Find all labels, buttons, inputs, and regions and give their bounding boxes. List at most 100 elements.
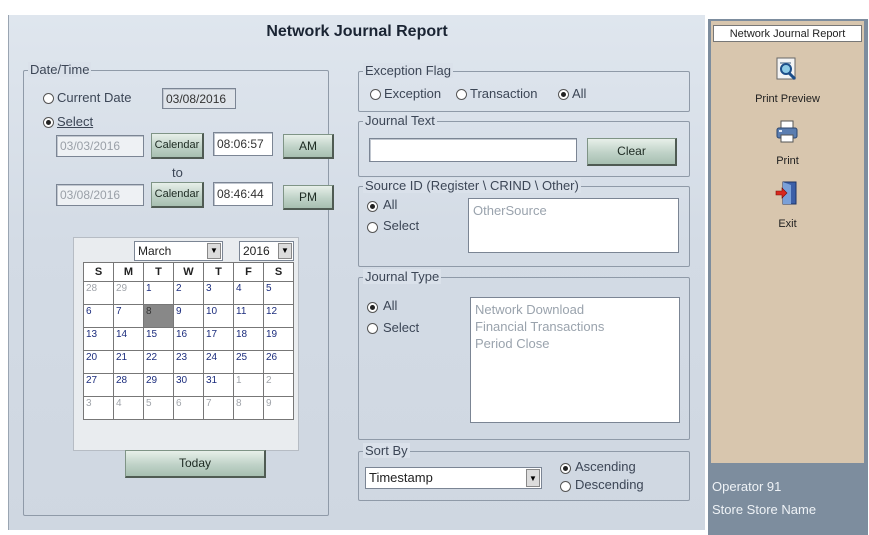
print-preview-label[interactable]: Print Preview [711,93,864,105]
source-select-radio[interactable] [367,222,378,233]
transaction-label: Transaction [470,86,538,101]
to-time-field[interactable]: 08:46:44 [213,182,273,206]
calendar-day[interactable]: 25 [233,350,264,374]
today-button[interactable]: Today [125,450,266,478]
exception-flag-legend: Exception Flag [363,63,453,78]
current-date-radio[interactable] [43,93,54,104]
calendar-day[interactable]: 28 [113,373,144,397]
calendar-day[interactable]: 8 [233,396,264,420]
calendar-day[interactable]: 31 [203,373,234,397]
calendar-day[interactable]: 6 [173,396,204,420]
calendar-day[interactable]: 7 [203,396,234,420]
calendar-day[interactable]: 20 [83,350,114,374]
weekday-header: F [233,262,264,282]
year-select-value: 2016 [243,244,270,258]
source-id-legend: Source ID (Register \ CRIND \ Other) [363,178,581,193]
print-preview-icon[interactable] [775,57,799,81]
calendar-day[interactable]: 18 [233,327,264,351]
calendar-day[interactable]: 3 [203,281,234,305]
calendar-day[interactable]: 10 [203,304,234,328]
sort-by-value: Timestamp [369,470,433,485]
exit-label[interactable]: Exit [711,218,864,230]
calendar-day[interactable]: 2 [173,281,204,305]
calendar-day[interactable]: 19 [263,327,294,351]
list-item[interactable]: Period Close [475,335,675,352]
calendar-day[interactable]: 5 [263,281,294,305]
descending-radio[interactable] [560,481,571,492]
sort-by-select[interactable]: Timestamp ▼ [365,467,542,489]
clear-button[interactable]: Clear [587,138,677,166]
current-date-field: 03/08/2016 [162,88,236,109]
chevron-down-icon[interactable]: ▼ [526,469,540,487]
calendar-day[interactable]: 7 [113,304,144,328]
journal-type-all-radio[interactable] [367,302,378,313]
calendar-day[interactable]: 28 [83,281,114,305]
list-item[interactable]: Financial Transactions [475,318,675,335]
calendar-day[interactable]: 13 [83,327,114,351]
printer-icon[interactable] [775,120,799,144]
weekday-header-row: S M T W T F S [83,262,294,282]
calendar-day[interactable]: 17 [203,327,234,351]
calendar-day[interactable]: 11 [233,304,264,328]
calendar-day[interactable]: 22 [143,350,174,374]
print-label[interactable]: Print [711,155,864,167]
source-select-label: Select [383,218,420,233]
calendar-day[interactable]: 4 [113,396,144,420]
calendar-day[interactable]: 9 [173,304,204,328]
calendar-day[interactable]: 1 [143,281,174,305]
calendar-day-selected[interactable]: 8 [143,304,174,328]
calendar-day[interactable]: 29 [143,373,174,397]
calendar-day[interactable]: 26 [263,350,294,374]
journal-type-select-label: Select [383,320,420,335]
from-time-field[interactable]: 08:06:57 [213,132,273,156]
calendar-day[interactable]: 12 [263,304,294,328]
to-label: to [172,165,183,180]
exception-radio[interactable] [370,89,381,100]
weekday-header: T [203,262,234,282]
calendar-day[interactable]: 16 [173,327,204,351]
calendar-day[interactable]: 3 [83,396,114,420]
from-date-field[interactable]: 03/03/2016 [56,135,144,157]
journal-text-input[interactable] [369,138,577,162]
from-ampm-button[interactable]: AM [283,134,334,159]
exception-all-label: All [572,86,587,101]
to-date-field[interactable]: 03/08/2016 [56,184,144,206]
calendar-day[interactable]: 9 [263,396,294,420]
calendar-week-row: 3 4 5 6 7 8 9 [83,396,294,420]
app-window: Network Journal Report Date/Time Current… [0,0,869,535]
to-calendar-button[interactable]: Calendar [151,182,204,208]
calendar-day[interactable]: 23 [173,350,204,374]
from-calendar-button[interactable]: Calendar [151,133,204,159]
datetime-legend: Date/Time [28,62,92,77]
exit-door-icon[interactable] [775,181,799,205]
source-id-list[interactable]: OtherSource [468,198,679,253]
exception-all-radio[interactable] [558,89,569,100]
calendar-day[interactable]: 2 [263,373,294,397]
calendar-week-row: 13 14 15 16 17 18 19 [83,327,294,351]
list-item[interactable]: OtherSource [473,202,674,219]
journal-type-select-radio[interactable] [367,323,378,334]
calendar-day[interactable]: 4 [233,281,264,305]
select-date-radio[interactable] [43,117,54,128]
chevron-down-icon[interactable]: ▼ [278,243,292,259]
transaction-radio[interactable] [456,89,467,100]
source-all-radio[interactable] [367,201,378,212]
calendar-day[interactable]: 14 [113,327,144,351]
calendar-day[interactable]: 21 [113,350,144,374]
calendar-day[interactable]: 15 [143,327,174,351]
month-select[interactable]: March ▼ [134,241,223,261]
list-item[interactable]: Network Download [475,301,675,318]
calendar-day[interactable]: 30 [173,373,204,397]
ascending-radio[interactable] [560,463,571,474]
calendar-day[interactable]: 1 [233,373,264,397]
year-select[interactable]: 2016 ▼ [239,241,294,261]
chevron-down-icon[interactable]: ▼ [207,243,221,259]
calendar-day[interactable]: 24 [203,350,234,374]
journal-type-list[interactable]: Network Download Financial Transactions … [470,297,680,423]
calendar-day[interactable]: 27 [83,373,114,397]
to-ampm-button[interactable]: PM [283,185,334,210]
calendar-day[interactable]: 29 [113,281,144,305]
sidebar: Network Journal Report Print Preview Pri… [708,19,868,535]
calendar-day[interactable]: 5 [143,396,174,420]
calendar-day[interactable]: 6 [83,304,114,328]
